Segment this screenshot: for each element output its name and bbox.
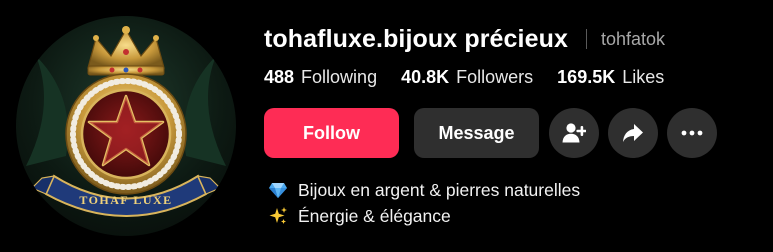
bio-line: Énergie & élégance xyxy=(268,203,580,229)
username: tohfatok xyxy=(600,28,665,49)
stat-likes: 169.5K Likes xyxy=(557,67,664,88)
profile-actions: Follow Message xyxy=(264,108,726,158)
share-arrow-icon xyxy=(623,124,643,142)
svg-text:TOHAF LUXE: TOHAF LUXE xyxy=(79,193,172,207)
bio-text: Bijoux en argent & pierres naturelles xyxy=(298,180,581,200)
divider xyxy=(585,29,587,49)
stat-label: Likes xyxy=(622,66,665,87)
sparkles-icon xyxy=(268,206,288,226)
profile-bio: Bijoux en argent & pierres naturelles Én… xyxy=(268,177,580,229)
stat-value: 169.5K xyxy=(557,66,616,87)
follow-button[interactable]: Follow xyxy=(264,108,399,158)
stat-followers[interactable]: 40.8K Followers xyxy=(401,67,533,88)
profile-stats: 488 Following 40.8K Followers 169.5K Lik… xyxy=(264,64,688,90)
stat-label: Followers xyxy=(456,66,534,87)
stat-value: 40.8K xyxy=(401,66,450,87)
add-friend-button[interactable] xyxy=(549,108,599,158)
bio-text: Énergie & élégance xyxy=(298,206,451,226)
more-horizontal-icon xyxy=(681,130,703,136)
bio-line: Bijoux en argent & pierres naturelles xyxy=(268,177,580,203)
message-button[interactable]: Message xyxy=(414,108,539,158)
stat-following[interactable]: 488 Following xyxy=(264,67,377,88)
gem-icon xyxy=(268,180,288,200)
stat-label: Following xyxy=(301,66,378,87)
royal-crest-logo-icon: TOHAF LUXE xyxy=(26,26,226,217)
add-friend-icon xyxy=(562,123,586,143)
avatar[interactable]: TOHAF LUXE xyxy=(16,16,236,236)
stat-value: 488 xyxy=(264,66,295,87)
display-name: tohafluxe.bijoux précieux xyxy=(264,24,568,53)
profile-header: tohafluxe.bijoux précieux tohfatok xyxy=(264,22,665,56)
more-button[interactable] xyxy=(667,108,717,158)
share-button[interactable] xyxy=(608,108,658,158)
